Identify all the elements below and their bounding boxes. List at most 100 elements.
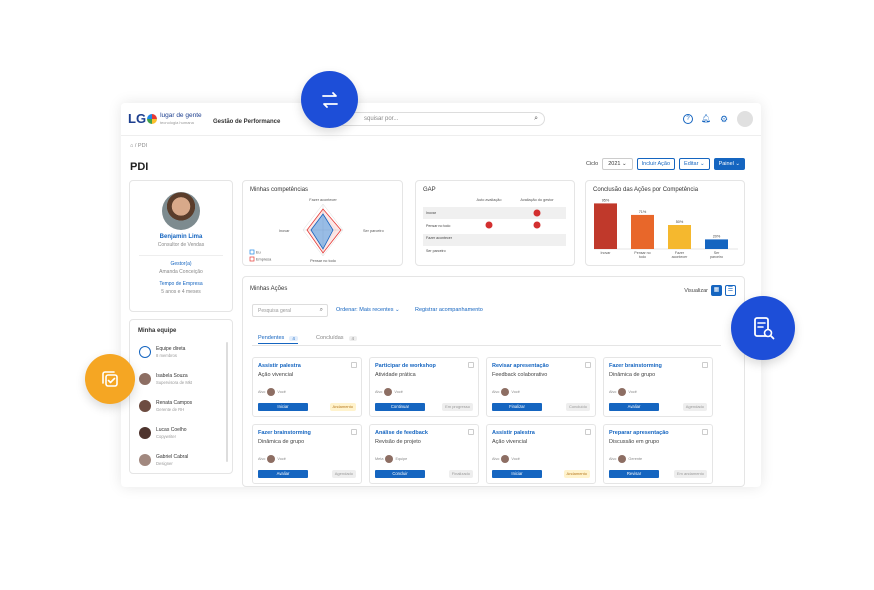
help-icon[interactable]: ?: [683, 114, 693, 124]
tab-concluidas[interactable]: Concluídas 4: [316, 335, 358, 341]
editar-button[interactable]: Editar ⌄: [679, 158, 710, 170]
member-role: Designer: [156, 461, 173, 466]
tab-pendentes[interactable]: Pendentes 4: [258, 335, 298, 344]
team-card: Minha equipe Equipe direta 8 membros Isab…: [129, 319, 233, 474]
action-card[interactable]: Análise de feedback Revisão de projeto Met…: [369, 424, 479, 484]
gap-col-1: Auto avaliação: [477, 198, 502, 202]
card-checkbox[interactable]: [585, 429, 591, 435]
action-card[interactable]: Fazer brainstorming Dinâmica de grupo Alvo…: [252, 424, 362, 484]
logo-name: lugar de gente: [160, 111, 202, 119]
card-action-button[interactable]: Continuar: [375, 403, 425, 411]
profile-role: Consultor de Vendas: [157, 242, 205, 248]
team-member[interactable]: Renata Campos Gerente de RH: [139, 400, 192, 412]
team-member-equipe[interactable]: Equipe direta 8 membros: [139, 346, 185, 358]
axis-label: Ser parceiro: [363, 229, 384, 233]
bar-value-label: 20%: [713, 234, 721, 238]
gap-col-2: Avaliação do gestor: [520, 198, 554, 202]
avatar: [139, 454, 151, 466]
filter-input[interactable]: Pesquisa geral ⌕: [252, 304, 328, 317]
bar-value-label: 95%: [602, 198, 610, 202]
document-search-icon[interactable]: [731, 296, 795, 360]
user-avatar[interactable]: [737, 111, 753, 127]
card-title[interactable]: Fazer brainstorming: [258, 430, 311, 436]
search-input[interactable]: squisar por... ⌕: [337, 112, 545, 126]
card-action-button[interactable]: Iniciar: [258, 403, 308, 411]
tab-count: 4: [348, 335, 358, 341]
status-badge: Andamento: [329, 403, 356, 411]
card-action-button[interactable]: Avaliar: [258, 470, 308, 478]
bell-icon[interactable]: 🔔︎: [701, 114, 711, 124]
card-action-button[interactable]: Finalizar: [492, 403, 542, 411]
logo-mark: [147, 113, 158, 124]
card-title[interactable]: Análise de feedback: [375, 430, 428, 436]
logo[interactable]: LG lugar de gente tecnologia humana: [128, 111, 202, 126]
registrar-link[interactable]: Registrar acompanhamento: [415, 307, 483, 313]
logo-sub: tecnologia humana: [160, 119, 194, 125]
card-title[interactable]: Assistir palestra: [258, 363, 301, 369]
axis-label: Fazer acontecer: [309, 198, 337, 202]
owner-name: Você: [394, 390, 403, 394]
card-tag: Alvo: [258, 457, 266, 461]
card-checkbox[interactable]: [468, 362, 474, 368]
action-card[interactable]: Revisar apresentação Feedback colaborativ…: [486, 357, 596, 417]
breadcrumb[interactable]: ⌂ / PDI: [130, 143, 147, 149]
card-checkbox[interactable]: [468, 429, 474, 435]
team-member[interactable]: Lucas Coelho Copywriter: [139, 427, 187, 439]
painel-button[interactable]: Painel ⌄: [713, 158, 745, 170]
copy-check-icon[interactable]: [85, 354, 135, 404]
bar-value-label: 50%: [676, 220, 684, 224]
gear-icon[interactable]: ⚙: [719, 114, 729, 124]
card-action-button[interactable]: Concluir: [375, 470, 425, 478]
grid-view-icon[interactable]: ▦: [711, 285, 722, 296]
category-label: Inovar: [601, 251, 612, 255]
bar: [668, 225, 691, 249]
card-checkbox[interactable]: [702, 362, 708, 368]
card-checkbox[interactable]: [585, 362, 591, 368]
chevron-down-icon: ⌄: [699, 161, 705, 167]
card-action-button[interactable]: Revisar: [609, 470, 659, 478]
card-subtitle: Feedback colaborativo: [492, 372, 548, 378]
card-owner: Alvo Você: [492, 455, 520, 463]
tab-count: 4: [289, 335, 298, 341]
card-title[interactable]: Revisar apresentação: [492, 363, 549, 369]
module-title[interactable]: Gestão de Performance: [213, 119, 280, 125]
card-action-button[interactable]: Avaliar: [609, 403, 659, 411]
incluir-acao-button[interactable]: Incluir Ação: [636, 158, 676, 170]
card-title[interactable]: Fazer brainstorming: [609, 363, 662, 369]
search-placeholder: squisar por...: [364, 116, 399, 122]
ciclo-select[interactable]: 2021 ⌄: [602, 158, 633, 170]
action-card[interactable]: Participar de workshop Atividade prática A…: [369, 357, 479, 417]
avatar: [139, 400, 151, 412]
action-card[interactable]: Assistir palestra Ação vivencial Alvo Você I…: [252, 357, 362, 417]
scrollbar[interactable]: [226, 342, 228, 462]
action-card[interactable]: Fazer brainstorming Dinâmica de grupo Alvo…: [603, 357, 713, 417]
card-action-button[interactable]: Iniciar: [492, 470, 542, 478]
bar-value-label: 71%: [639, 210, 647, 214]
action-card[interactable]: Preparar apresentação Discussão em grupo A…: [603, 424, 713, 484]
card-title[interactable]: Assistir palestra: [492, 430, 535, 436]
card-checkbox[interactable]: [351, 362, 357, 368]
card-owner: Meta Equipe: [375, 455, 407, 463]
team-member[interactable]: Gabriel Cabral Designer: [139, 454, 188, 466]
action-card[interactable]: Assistir palestra Ação vivencial Alvo Você I…: [486, 424, 596, 484]
card-title[interactable]: Preparar apresentação: [609, 430, 669, 436]
card-checkbox[interactable]: [351, 429, 357, 435]
swap-icon[interactable]: [301, 71, 358, 128]
card-tag: Meta: [375, 457, 384, 461]
card-tag: Alvo: [609, 390, 617, 394]
member-name: Equipe direta: [156, 346, 186, 352]
acoes-panel: Minhas Ações Visualizar ▦ ☰ Pesquisa ger…: [242, 276, 745, 487]
search-icon[interactable]: ⌕: [534, 115, 538, 123]
card-title[interactable]: Participar de workshop: [375, 363, 436, 369]
avatar: [385, 455, 394, 463]
search-icon[interactable]: ⌕: [320, 307, 323, 314]
avatar: [139, 373, 151, 385]
profile-name[interactable]: Benjamin Lima: [130, 234, 232, 240]
card-checkbox[interactable]: [702, 429, 708, 435]
team-member[interactable]: Isabela Souza Supervisora de Mkt: [139, 373, 192, 385]
owner-name: Você: [277, 457, 286, 461]
card-owner: Alvo Você: [609, 388, 637, 396]
card-subtitle: Discussão em grupo: [609, 439, 660, 445]
list-view-icon[interactable]: ☰: [725, 285, 736, 296]
order-select[interactable]: Ordenar: Mais recentes ⌄: [336, 307, 400, 313]
